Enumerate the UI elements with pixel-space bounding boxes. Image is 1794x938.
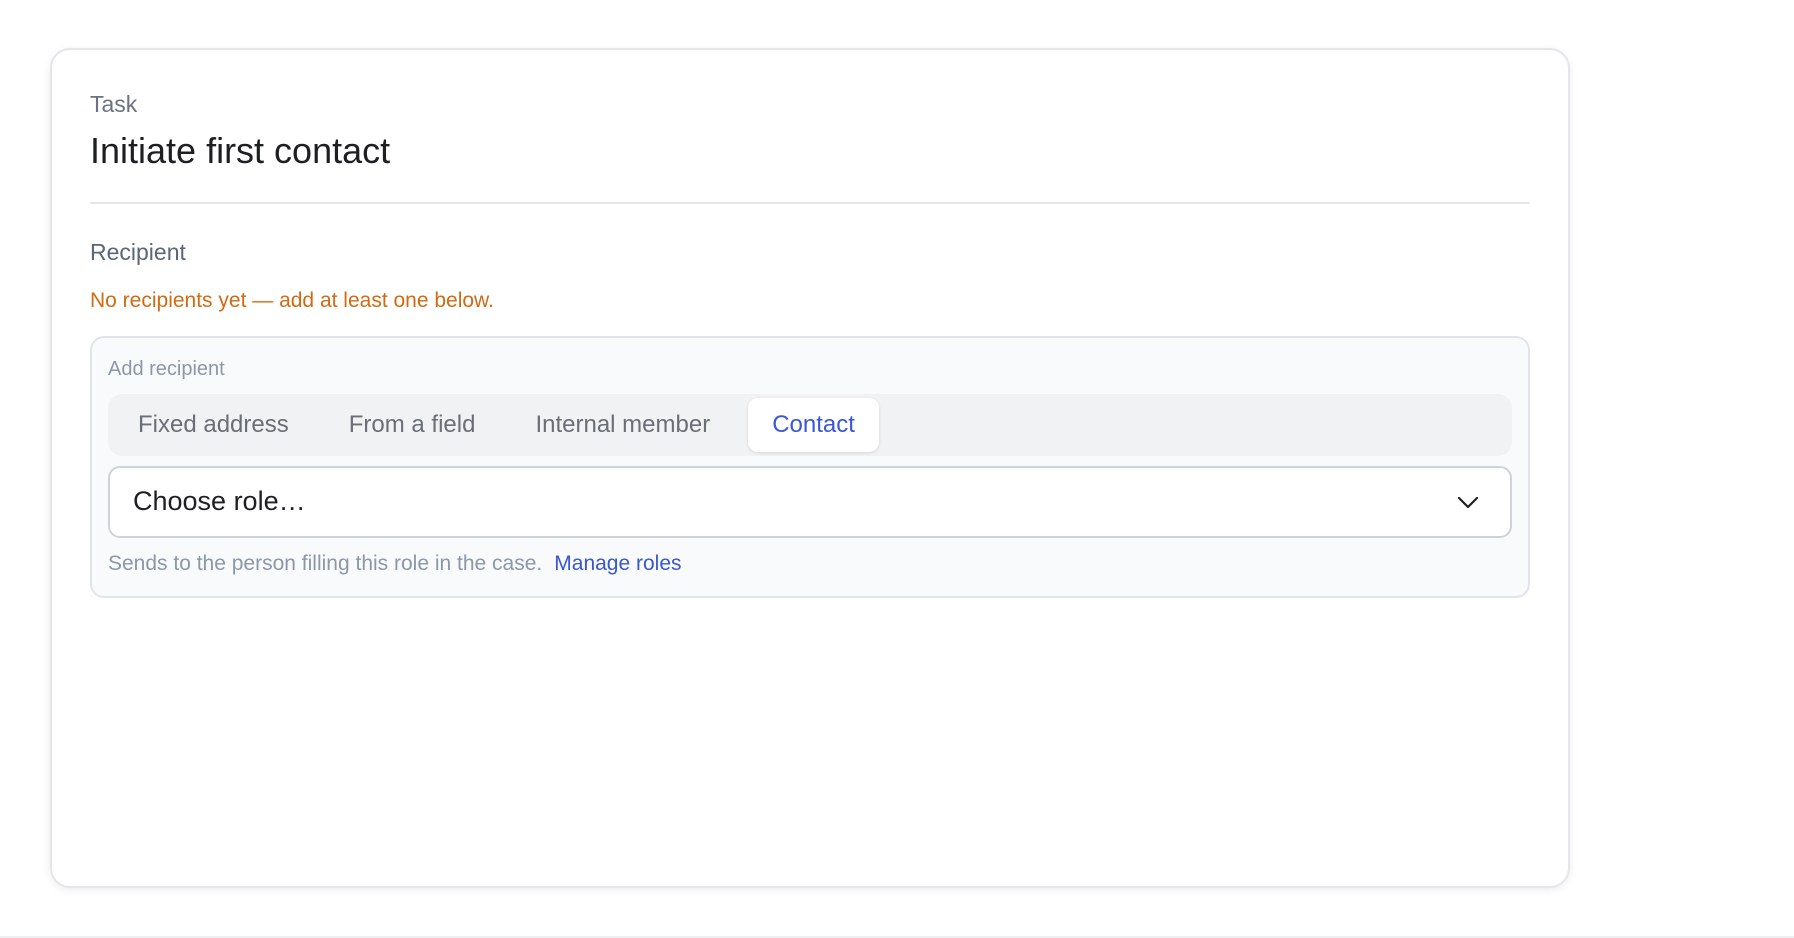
recipient-type-tabs: Fixed address From a field Internal memb…	[108, 394, 1512, 456]
tab-from-a-field[interactable]: From a field	[327, 398, 498, 452]
task-label: Task	[90, 91, 138, 117]
no-recipients-warning: No recipients yet — add at least one bel…	[90, 289, 494, 312]
task-card: Task Initiate first contact Recipient No…	[50, 48, 1570, 888]
role-helper: Sends to the person filling this role in…	[108, 550, 682, 578]
add-recipient-label: Add recipient	[108, 358, 225, 380]
tab-internal-member[interactable]: Internal member	[513, 398, 732, 452]
role-select-value: Choose role…	[133, 486, 306, 516]
add-recipient-panel: Add recipient Fixed address From a field…	[90, 336, 1530, 598]
page: Task Initiate first contact Recipient No…	[0, 0, 1794, 938]
chevron-down-icon	[1457, 496, 1479, 509]
task-title: Initiate first contact	[90, 130, 391, 171]
tab-fixed-address[interactable]: Fixed address	[116, 398, 311, 452]
role-helper-text: Sends to the person filling this role in…	[108, 552, 543, 575]
recipient-section-label: Recipient	[90, 239, 186, 265]
tab-contact[interactable]: Contact	[748, 398, 879, 452]
recipient-section: Recipient No recipients yet — add at lea…	[90, 238, 1530, 314]
task-header: Task Initiate first contact	[90, 90, 1530, 172]
header-divider	[90, 202, 1530, 204]
role-select[interactable]: Choose role…	[108, 466, 1512, 538]
manage-roles-link[interactable]: Manage roles	[554, 552, 681, 575]
